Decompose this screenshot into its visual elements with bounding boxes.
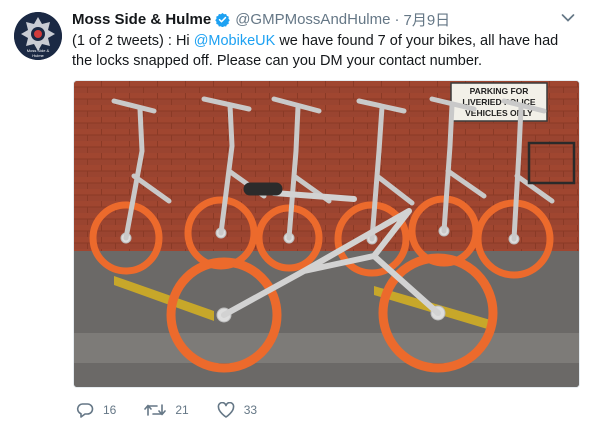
avatar[interactable]: Moss Side & Hulme (14, 12, 62, 60)
reply-icon (76, 403, 94, 418)
like-count: 33 (243, 403, 258, 417)
bikes-photo: PARKING FOR LIVERIED POLICE VEHICLES ONL… (74, 81, 579, 387)
display-name[interactable]: Moss Side & Hulme (72, 11, 211, 28)
tweet-photo[interactable]: PARKING FOR LIVERIED POLICE VEHICLES ONL… (73, 80, 580, 388)
like-button[interactable]: 33 (217, 402, 257, 418)
tweet-card: Moss Side & Hulme Moss Side & Hulme @GMP… (0, 0, 590, 429)
retweet-button[interactable]: 21 (144, 402, 189, 418)
separator-dot: · (394, 10, 400, 28)
mention-link[interactable]: @MobikeUK (194, 33, 276, 49)
avatar-text-line-2: Hulme (32, 53, 44, 58)
chevron-down-icon[interactable] (561, 13, 575, 23)
tweet-text-start: (1 of 2 tweets) : Hi (72, 33, 194, 49)
reply-button[interactable]: 16 (76, 402, 116, 418)
handle[interactable]: @GMPMossAndHulme (235, 11, 390, 28)
tweet-actions: 16 21 33 (76, 398, 285, 422)
tweet-header: Moss Side & Hulme @GMPMossAndHulme · 7月9… (72, 8, 450, 30)
retweet-count: 21 (175, 403, 189, 417)
tweet-date[interactable]: 7月9日 (403, 9, 450, 30)
sign-line-1: PARKING FOR (470, 86, 529, 96)
tweet-text: (1 of 2 tweets) : Hi @MobikeUK we have f… (72, 31, 582, 71)
verified-badge-icon (215, 12, 230, 27)
police-badge-icon: Moss Side & Hulme (14, 12, 62, 60)
reply-count: 16 (103, 403, 117, 417)
heart-icon (217, 402, 235, 418)
parking-sign: PARKING FOR LIVERIED POLICE VEHICLES ONL… (450, 82, 548, 122)
retweet-icon (144, 404, 167, 416)
